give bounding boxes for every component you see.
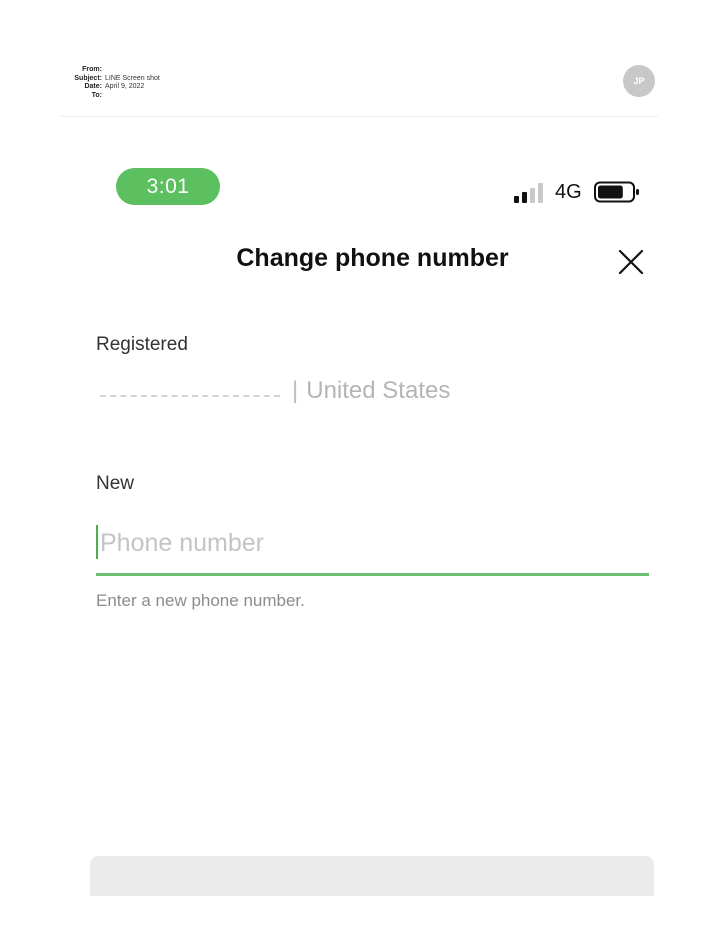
page-title: Change phone number bbox=[236, 244, 509, 272]
email-to-label: To: bbox=[91, 91, 102, 99]
battery-fill bbox=[598, 185, 623, 199]
email-date-value: April 9, 2022 bbox=[105, 83, 145, 90]
text-cursor bbox=[96, 525, 98, 559]
value-separator: | bbox=[292, 377, 299, 404]
email-from-row: From: bbox=[58, 66, 358, 75]
signal-bar bbox=[514, 196, 519, 203]
phone-number-input[interactable] bbox=[96, 522, 648, 564]
status-time: 3:01 bbox=[116, 168, 220, 205]
battery-icon bbox=[594, 181, 639, 203]
helper-text: Enter a new phone number. bbox=[96, 591, 305, 610]
input-underline bbox=[96, 573, 649, 576]
close-button[interactable] bbox=[614, 245, 648, 279]
signal-strength-icon bbox=[514, 183, 543, 203]
registered-label: Registered bbox=[96, 334, 188, 355]
signal-bar bbox=[538, 183, 543, 203]
email-from-label: From: bbox=[82, 66, 102, 73]
close-icon bbox=[618, 249, 644, 275]
redacted-phone-number bbox=[96, 379, 286, 405]
registered-number: | United States bbox=[96, 377, 450, 405]
signal-bar bbox=[530, 188, 535, 203]
email-date-row: Date: April 9, 2022 bbox=[58, 83, 358, 92]
battery-cap bbox=[636, 189, 639, 195]
next-button[interactable] bbox=[90, 856, 654, 896]
signal-bar bbox=[522, 192, 527, 203]
email-subject-label: Subject: bbox=[74, 74, 102, 82]
email-date-label: Date: bbox=[84, 83, 102, 90]
network-type: 4G bbox=[555, 181, 582, 203]
new-number-label: New bbox=[96, 473, 135, 494]
email-header: From: Subject: LINE Screen shot Date: Ap… bbox=[58, 66, 358, 100]
email-subject-row: Subject: LINE Screen shot bbox=[58, 75, 358, 84]
email-to-row: To: bbox=[58, 92, 358, 101]
email-subject-value: LINE Screen shot bbox=[105, 74, 160, 82]
header-divider bbox=[60, 116, 658, 117]
avatar[interactable]: JP bbox=[623, 65, 655, 97]
registered-country: United States bbox=[306, 377, 451, 404]
